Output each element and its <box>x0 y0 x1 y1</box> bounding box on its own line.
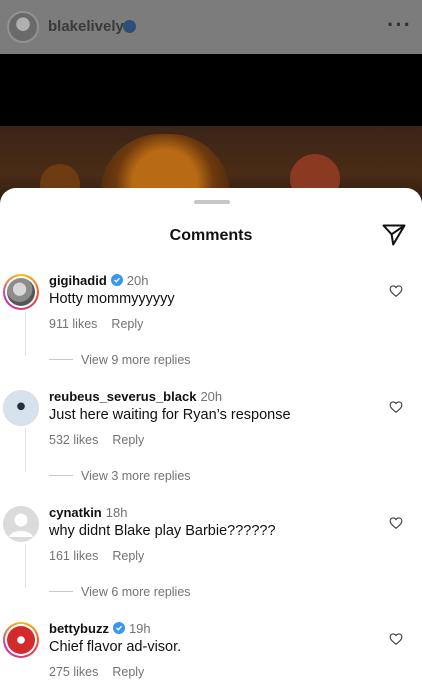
comment-time: 20h <box>126 273 149 288</box>
heart-icon[interactable] <box>389 284 403 298</box>
comment-item: reubeus_severus_black 20h Just here waiti… <box>0 304 422 483</box>
comment-username[interactable]: bettybuzz 19h <box>49 621 151 636</box>
comment-item: bettybuzz 19h Chief flavor ad-visor. 275 … <box>0 536 422 679</box>
verified-badge-icon <box>112 622 125 634</box>
comment-username[interactable]: cynatkin 18h <box>49 505 127 520</box>
heart-icon[interactable] <box>389 632 403 646</box>
post-username[interactable]: blakelively <box>48 18 124 35</box>
comment-time: 18h <box>105 505 128 520</box>
post-image <box>0 54 422 204</box>
comment-item: gigihadid 20h Hotty mommyyyyyy 911 likes R… <box>0 188 422 367</box>
verified-badge-icon <box>123 20 136 33</box>
likes-count[interactable]: 275 likes <box>49 665 98 679</box>
comment-text: Chief flavor ad-visor. <box>49 639 182 655</box>
heart-icon[interactable] <box>389 400 403 414</box>
post-header: blakelively ··· <box>0 0 422 54</box>
heart-icon[interactable] <box>389 516 403 530</box>
more-icon[interactable]: ··· <box>387 12 412 38</box>
comment-meta: 275 likes Reply <box>49 665 144 679</box>
reply-button[interactable]: Reply <box>112 665 144 679</box>
avatar[interactable] <box>3 622 39 658</box>
post-avatar[interactable] <box>7 11 39 43</box>
comment-time: 19h <box>128 621 151 636</box>
comment-username[interactable]: gigihadid 20h <box>49 273 148 288</box>
comment-time: 20h <box>200 389 223 404</box>
comment-item: cynatkin 18h why didnt Blake play Barbie?… <box>0 420 422 599</box>
comment-username[interactable]: reubeus_severus_black 20h <box>49 389 222 404</box>
verified-badge-icon <box>110 274 123 286</box>
comments-sheet: Comments gigihadid 20h Hotty mommyyyyyy 9… <box>0 188 422 700</box>
